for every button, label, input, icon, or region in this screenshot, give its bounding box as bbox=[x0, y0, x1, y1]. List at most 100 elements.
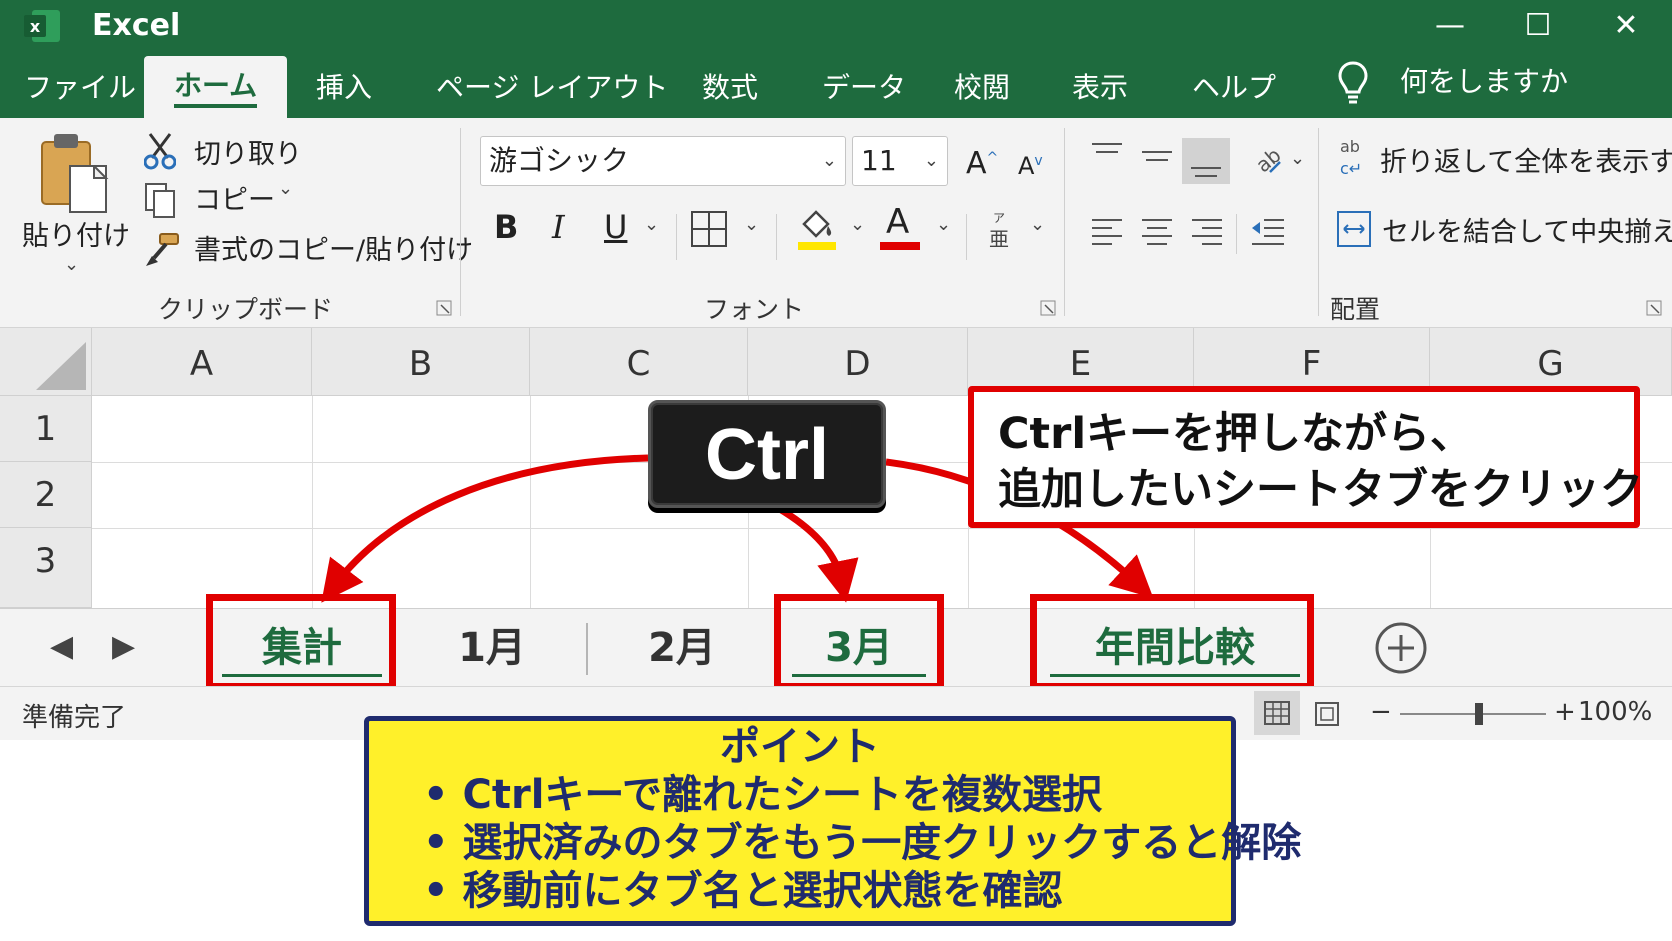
zoom-slider-thumb[interactable] bbox=[1474, 703, 1483, 725]
close-button[interactable]: ✕ bbox=[1596, 6, 1656, 46]
borders-icon[interactable] bbox=[690, 210, 728, 248]
tab-review[interactable]: 校閲 bbox=[954, 66, 1010, 118]
tab-data[interactable]: データ bbox=[822, 66, 906, 118]
zoom-slider-track[interactable] bbox=[1400, 713, 1546, 715]
cut-button[interactable]: 切り取り bbox=[194, 132, 302, 171]
fill-color-dropdown-chevron-icon[interactable]: ⌄ bbox=[850, 214, 865, 235]
phonetic-guide-icon[interactable]: ア 亜 bbox=[986, 210, 1012, 250]
scroll-right-icon[interactable]: ▶ bbox=[112, 629, 135, 664]
scroll-left-icon[interactable]: ◀ bbox=[50, 629, 73, 664]
select-all-triangle-icon bbox=[36, 342, 86, 390]
row-header-1[interactable]: 1 bbox=[0, 396, 92, 462]
instruction-callout: Ctrlキーを押しながら、 追加したいシートタブをクリック bbox=[968, 386, 1643, 528]
gridline bbox=[530, 396, 531, 608]
tell-me-search[interactable]: 何をしますか bbox=[1400, 60, 1568, 104]
paste-button[interactable]: 貼り付け bbox=[22, 214, 130, 253]
tab-home-label: ホーム bbox=[174, 69, 258, 108]
svg-text:x: x bbox=[30, 17, 41, 36]
copy-dropdown-chevron-icon[interactable]: ⌄ bbox=[278, 178, 293, 199]
chevron-down-icon: ⌄ bbox=[821, 150, 837, 171]
clipboard-launcher-icon[interactable] bbox=[436, 300, 452, 316]
underline-button[interactable]: U bbox=[604, 208, 627, 246]
orientation-dropdown-chevron-icon[interactable]: ⌄ bbox=[1290, 148, 1305, 169]
tips-box: ポイント Ctrlキーで離れたシートを複数選択 選択済みのタブをもう一度クリック… bbox=[364, 716, 1302, 926]
tips-title: ポイント bbox=[720, 724, 880, 770]
align-right-icon[interactable] bbox=[1190, 214, 1224, 248]
align-top-icon[interactable] bbox=[1090, 140, 1124, 170]
column-header-a[interactable]: A bbox=[92, 328, 312, 396]
align-center-icon[interactable] bbox=[1140, 214, 1174, 248]
tab-help[interactable]: ヘルプ bbox=[1192, 66, 1276, 118]
select-all-corner[interactable] bbox=[0, 328, 92, 396]
ribbon-divider bbox=[1064, 128, 1065, 316]
tab-insert[interactable]: 挿入 bbox=[316, 66, 372, 118]
borders-dropdown-chevron-icon[interactable]: ⌄ bbox=[744, 214, 759, 235]
zoom-level[interactable]: 100% bbox=[1578, 697, 1652, 727]
tab-page-layout[interactable]: ページ レイアウト bbox=[436, 66, 668, 118]
tab-home[interactable]: ホーム bbox=[144, 56, 288, 118]
underline-dropdown-chevron-icon[interactable]: ⌄ bbox=[644, 214, 659, 235]
merge-dropdown-chevron-icon[interactable]: ⌄ bbox=[1640, 212, 1655, 233]
tab-divider bbox=[586, 623, 588, 675]
paste-dropdown-chevron-icon[interactable]: ⌄ bbox=[64, 254, 79, 275]
title-bar: x Excel — ☐ ✕ bbox=[0, 0, 1672, 52]
tips-item: 選択済みのタブをもう一度クリックすると解除 bbox=[369, 819, 1302, 867]
row-header-3[interactable]: 3 bbox=[0, 528, 92, 608]
merge-center-icon[interactable] bbox=[1336, 210, 1372, 248]
fill-color-icon[interactable] bbox=[796, 206, 838, 252]
tips-item: 移動前にタブ名と選択状態を確認 bbox=[369, 867, 1231, 915]
column-header-c[interactable]: C bbox=[530, 328, 748, 396]
font-name-select[interactable]: 游ゴシック ⌄ bbox=[480, 136, 846, 186]
instruction-line-2: 追加したいシートタブをクリック bbox=[998, 465, 1643, 515]
bold-button[interactable]: B bbox=[494, 208, 518, 246]
tips-item: Ctrlキーで離れたシートを複数選択 bbox=[369, 771, 1231, 819]
italic-button[interactable]: I bbox=[552, 208, 565, 246]
clipboard-group-label: クリップボード bbox=[158, 295, 334, 324]
font-launcher-icon[interactable] bbox=[1040, 300, 1056, 316]
font-color-swatch bbox=[880, 242, 920, 250]
font-color-dropdown-chevron-icon[interactable]: ⌄ bbox=[936, 214, 951, 235]
paste-icon[interactable] bbox=[38, 132, 112, 216]
font-color-button[interactable]: A bbox=[880, 202, 922, 252]
copy-button[interactable]: コピー bbox=[194, 178, 275, 217]
format-painter-icon[interactable] bbox=[144, 232, 180, 268]
copy-icon[interactable] bbox=[144, 182, 178, 220]
shrink-font-button[interactable]: Av bbox=[1018, 152, 1043, 180]
sheet-tab-jan[interactable]: 1月 bbox=[404, 609, 580, 687]
align-bottom-button[interactable] bbox=[1182, 138, 1230, 184]
gridline bbox=[312, 396, 313, 608]
font-size-select[interactable]: 11 ⌄ bbox=[852, 136, 948, 186]
app-title: Excel bbox=[92, 8, 181, 43]
ribbon-divider bbox=[966, 214, 967, 260]
format-painter-button[interactable]: 書式のコピー/貼り付け bbox=[194, 228, 473, 267]
tab-file[interactable]: ファイル bbox=[24, 66, 136, 118]
grow-font-button[interactable]: A^ bbox=[966, 146, 998, 181]
wrap-text-button[interactable]: 折り返して全体を表示する bbox=[1380, 140, 1672, 179]
scissors-icon[interactable] bbox=[144, 132, 176, 170]
sheet-tab-feb[interactable]: 2月 bbox=[594, 609, 770, 687]
row-header-2[interactable]: 2 bbox=[0, 462, 92, 528]
svg-text:ab: ab bbox=[1251, 143, 1284, 176]
align-left-icon[interactable] bbox=[1090, 214, 1124, 248]
align-middle-icon[interactable] bbox=[1140, 140, 1174, 170]
zoom-in-button[interactable]: + bbox=[1554, 697, 1576, 727]
maximize-button[interactable]: ☐ bbox=[1508, 6, 1568, 46]
chevron-down-icon: ⌄ bbox=[923, 150, 939, 171]
grow-font-label: A bbox=[966, 146, 987, 181]
minimize-button[interactable]: — bbox=[1420, 6, 1480, 46]
column-header-b[interactable]: B bbox=[312, 328, 530, 396]
zoom-out-button[interactable]: − bbox=[1370, 697, 1392, 727]
add-sheet-icon[interactable] bbox=[1374, 621, 1428, 675]
ribbon-divider bbox=[1318, 128, 1319, 316]
page-layout-view-icon[interactable] bbox=[1314, 701, 1340, 727]
tab-formulas[interactable]: 数式 bbox=[702, 66, 758, 118]
decrease-indent-icon[interactable] bbox=[1250, 214, 1286, 248]
wrap-text-icon[interactable]: ab c↵ bbox=[1338, 138, 1370, 178]
tab-view[interactable]: 表示 bbox=[1072, 66, 1128, 118]
orientation-icon[interactable]: ab bbox=[1248, 140, 1284, 176]
alignment-launcher-icon[interactable] bbox=[1646, 300, 1662, 316]
merge-center-button[interactable]: セルを結合して中央揃え bbox=[1382, 210, 1672, 249]
column-header-d[interactable]: D bbox=[748, 328, 968, 396]
normal-view-button[interactable] bbox=[1254, 691, 1300, 735]
phonetic-dropdown-chevron-icon[interactable]: ⌄ bbox=[1030, 214, 1045, 235]
